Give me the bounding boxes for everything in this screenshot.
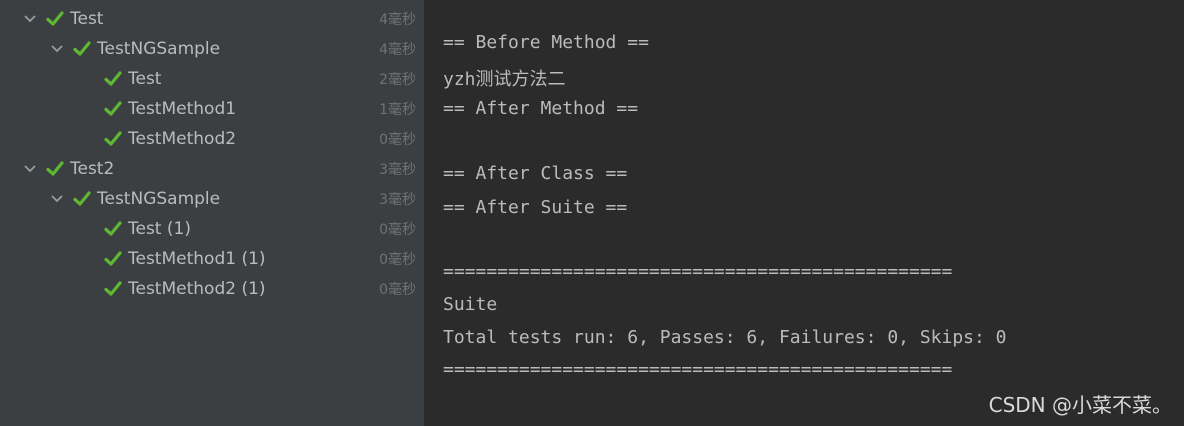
tree-row-method[interactable]: TestMethod1 1毫秒 bbox=[0, 94, 424, 124]
tree-row-label: Test2 bbox=[70, 159, 115, 179]
chevron-down-icon[interactable] bbox=[49, 41, 65, 57]
tree-row-label: TestNGSample bbox=[97, 189, 221, 209]
duration-label: 3毫秒 bbox=[379, 162, 416, 178]
tree-row-label: TestMethod1 bbox=[128, 99, 237, 119]
chevron-down-icon[interactable] bbox=[49, 191, 65, 207]
checkmark-icon bbox=[46, 10, 64, 28]
duration-label: 4毫秒 bbox=[379, 12, 416, 28]
duration-label: 0毫秒 bbox=[379, 282, 416, 298]
console-summary: Total tests run: 6, Passes: 6, Failures:… bbox=[443, 327, 1007, 348]
checkmark-icon bbox=[104, 280, 122, 298]
tree-row-label: TestMethod1 (1) bbox=[128, 249, 266, 269]
tree-row-method[interactable]: TestMethod2 0毫秒 bbox=[0, 124, 424, 154]
checkmark-icon bbox=[104, 70, 122, 88]
console-line: == After Suite == bbox=[443, 197, 628, 218]
tree-row-method[interactable]: TestMethod1 (1) 0毫秒 bbox=[0, 244, 424, 274]
checkmark-icon bbox=[104, 130, 122, 148]
duration-label: 0毫秒 bbox=[379, 132, 416, 148]
checkmark-icon bbox=[104, 250, 122, 268]
tree-row-method[interactable]: Test 2毫秒 bbox=[0, 64, 424, 94]
tree-row-test-suite-2[interactable]: Test2 3毫秒 bbox=[0, 154, 424, 184]
console-separator: ========================================… bbox=[443, 261, 953, 282]
duration-label: 1毫秒 bbox=[379, 102, 416, 118]
console-line: Suite bbox=[443, 294, 498, 315]
tree-row-class-2[interactable]: TestNGSample 3毫秒 bbox=[0, 184, 424, 214]
tree-row-label: Test bbox=[128, 69, 162, 89]
console-line: == After Class == bbox=[443, 163, 628, 184]
checkmark-icon bbox=[73, 190, 91, 208]
duration-label: 2毫秒 bbox=[379, 72, 416, 88]
watermark: CSDN @小菜不菜。 bbox=[988, 393, 1172, 417]
chevron-down-icon[interactable] bbox=[22, 161, 38, 177]
test-results-tree: Test 4毫秒 TestNGSample 4毫秒 Test 2毫秒 TestM… bbox=[0, 0, 424, 426]
console-output[interactable]: == Before Method == yzh测试方法二 == After Me… bbox=[424, 0, 1184, 426]
tree-row-class-1[interactable]: TestNGSample 4毫秒 bbox=[0, 34, 424, 64]
checkmark-icon bbox=[104, 100, 122, 118]
tree-row-label: Test bbox=[70, 9, 104, 29]
tree-row-label: Test (1) bbox=[128, 219, 191, 239]
duration-label: 4毫秒 bbox=[379, 42, 416, 58]
duration-label: 0毫秒 bbox=[379, 252, 416, 268]
tree-row-label: TestMethod2 (1) bbox=[128, 279, 266, 299]
tree-row-method[interactable]: TestMethod2 (1) 0毫秒 bbox=[0, 274, 424, 304]
tree-row-label: TestNGSample bbox=[97, 39, 221, 59]
duration-label: 3毫秒 bbox=[379, 192, 416, 208]
checkmark-icon bbox=[46, 160, 64, 178]
checkmark-icon bbox=[73, 40, 91, 58]
tree-row-test-suite-1[interactable]: Test 4毫秒 bbox=[0, 4, 424, 34]
tree-row-method[interactable]: Test (1) 0毫秒 bbox=[0, 214, 424, 244]
chevron-down-icon[interactable] bbox=[22, 11, 38, 27]
duration-label: 0毫秒 bbox=[379, 222, 416, 238]
console-line: yzh测试方法二 bbox=[443, 69, 566, 90]
console-line: == After Method == bbox=[443, 98, 639, 119]
checkmark-icon bbox=[104, 220, 122, 238]
console-line: == Before Method == bbox=[443, 32, 649, 53]
tree-row-label: TestMethod2 bbox=[128, 129, 237, 149]
console-separator: ========================================… bbox=[443, 359, 953, 380]
